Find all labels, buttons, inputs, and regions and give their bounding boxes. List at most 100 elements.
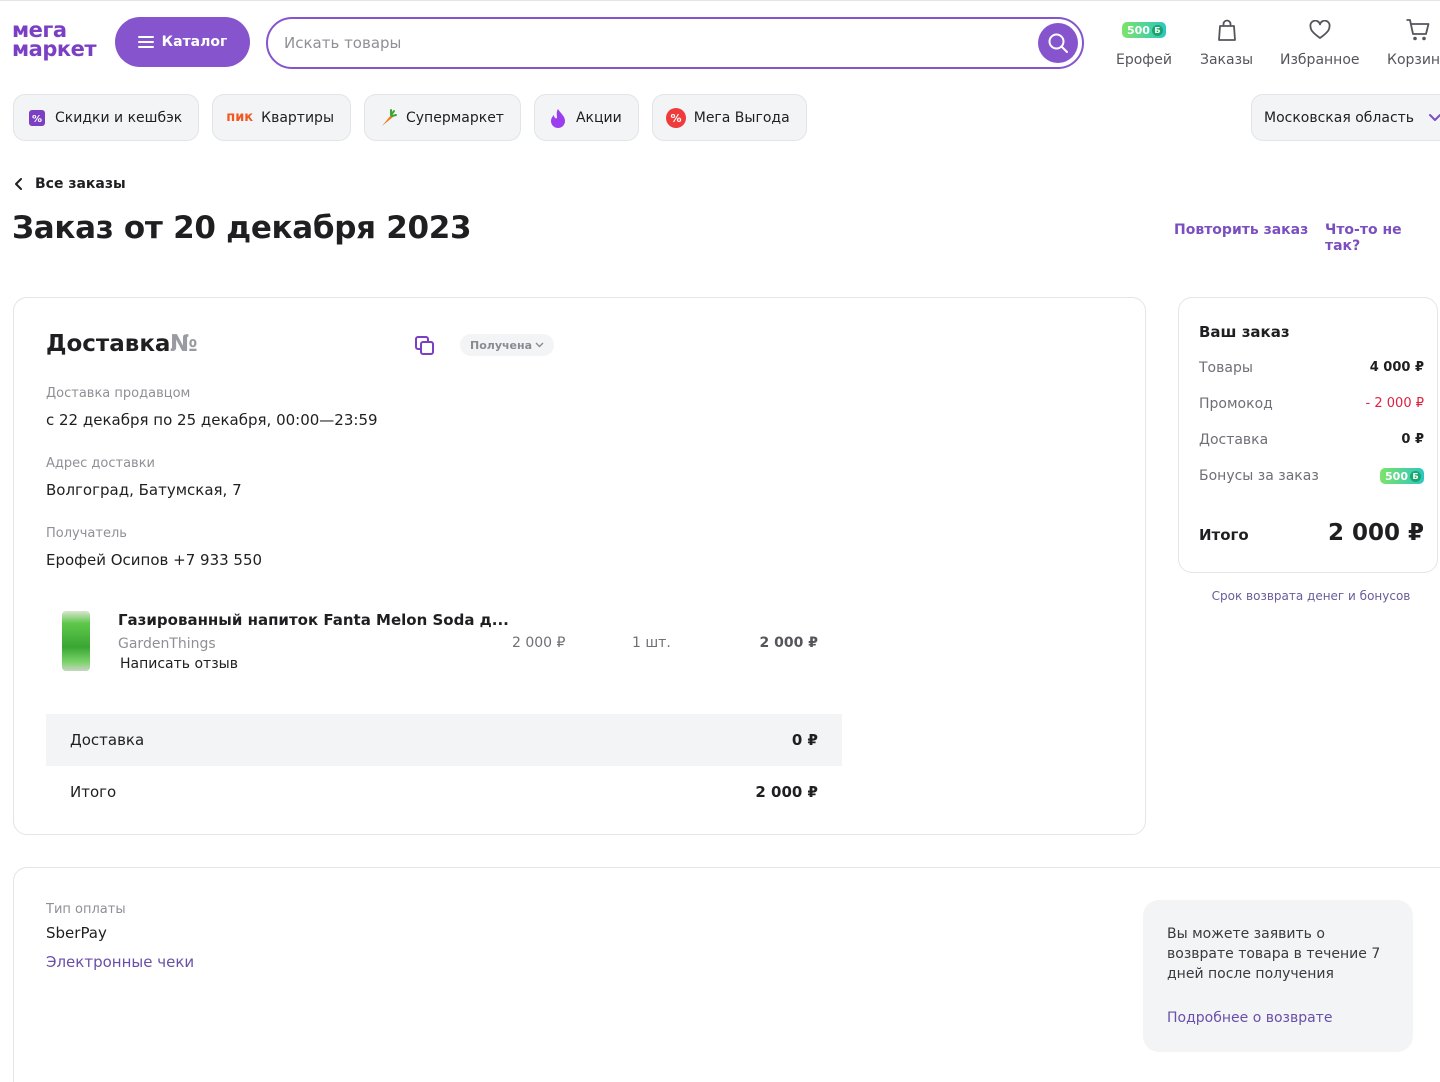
payment-type-value: SberPay <box>46 924 107 942</box>
summary-bonus-row: Бонусы за заказ 500 Б <box>1199 468 1424 484</box>
svg-text:%: % <box>32 114 42 125</box>
chip-label: Супермаркет <box>406 109 504 126</box>
write-review-link[interactable]: Написать отзыв <box>120 656 238 672</box>
cart-button[interactable]: Корзина <box>1387 17 1440 68</box>
delivery-cost-value: 0 ₽ <box>791 731 818 749</box>
carrot-icon <box>378 108 398 128</box>
chip-label: Квартиры <box>261 109 334 126</box>
menu-icon <box>137 36 154 48</box>
bag-icon <box>1217 19 1236 41</box>
payment-card: Тип оплаты SberPay Электронные чеки Вы м… <box>13 867 1440 1082</box>
cart-icon <box>1406 19 1430 41</box>
search-icon <box>1048 33 1068 53</box>
chevron-down-icon <box>535 342 544 348</box>
pik-logo: пик <box>226 110 254 125</box>
address-value: Волгоград, Батумская, 7 <box>46 481 242 499</box>
cart-label: Корзина <box>1387 52 1440 68</box>
back-label: Все заказы <box>35 176 126 192</box>
summary-promo-value: - 2 000 ₽ <box>1365 396 1424 411</box>
chip-apartments[interactable]: пик Квартиры <box>212 94 351 141</box>
payment-type-label: Тип оплаты <box>46 902 126 917</box>
summary-goods-label: Товары <box>1199 360 1253 376</box>
summary-total-label: Итого <box>1199 526 1249 544</box>
bonus-badge: 500 Б <box>1122 22 1166 38</box>
order-number-sign: № <box>170 331 198 357</box>
delivery-cost-label: Доставка <box>70 731 145 749</box>
chip-discounts[interactable]: % Скидки и кешбэк <box>13 94 200 141</box>
status-badge[interactable]: Получена <box>460 334 555 356</box>
user-label: Ерофей <box>1116 52 1172 68</box>
user-profile-button[interactable]: 500 Б Ерофей <box>1116 17 1172 68</box>
summary-goods-value: 4 000 ₽ <box>1369 360 1424 375</box>
search-bar <box>266 17 1084 69</box>
bonus-coin-icon: Б <box>1410 470 1421 482</box>
summary-delivery-label: Доставка <box>1199 432 1269 448</box>
recipient-label: Получатель <box>46 526 127 541</box>
summary-total-value: 2 000 ₽ <box>1327 520 1424 546</box>
recipient-value: Ерофей Осипов +7 933 550 <box>46 551 263 569</box>
chip-supermarket[interactable]: Супермаркет <box>364 94 521 141</box>
page-title: Заказ от 20 декабря 2023 <box>12 210 472 246</box>
chip-label: Мега Выгода <box>693 109 790 126</box>
address-label: Адрес доставки <box>46 456 156 471</box>
search-input[interactable] <box>284 34 1038 52</box>
chip-label: Скидки и кешбэк <box>55 109 183 126</box>
summary-promo-row: Промокод - 2 000 ₽ <box>1199 396 1424 412</box>
header: мега маркет Каталог 500Б Ерофей Заказы И… <box>0 0 1440 84</box>
megamarket-logo[interactable]: мега маркет <box>12 20 108 61</box>
product-total: 2 000 ₽ <box>759 635 818 651</box>
copy-icon[interactable] <box>414 335 436 361</box>
status-label: Получена <box>470 338 533 352</box>
delivery-title: Доставка <box>46 331 171 357</box>
summary-title: Ваш заказ <box>1199 323 1290 341</box>
region-label: Московская область <box>1264 109 1415 126</box>
logo-text-bottom: маркет <box>12 37 97 61</box>
catalog-button[interactable]: Каталог <box>115 17 250 67</box>
refund-term-link[interactable]: Срок возврата денег и бонусов <box>1180 589 1440 603</box>
chip-label: Акции <box>575 109 622 126</box>
percent-circle-icon: % <box>665 107 686 128</box>
chevron-left-icon <box>15 178 22 190</box>
card-total-label: Итого <box>70 783 117 801</box>
delivery-cost-row: Доставка 0 ₽ <box>46 714 842 766</box>
delivery-method-value: с 22 декабря по 25 декабря, 00:00—23:59 <box>46 411 378 429</box>
summary-goods-row: Товары 4 000 ₽ <box>1199 360 1424 376</box>
product-price: 2 000 ₽ <box>512 635 566 651</box>
chevron-down-icon <box>1429 113 1440 121</box>
region-selector[interactable]: Московская область <box>1251 94 1440 141</box>
delivery-method-label: Доставка продавцом <box>46 386 191 401</box>
report-problem-link[interactable]: Что-то не так? <box>1325 222 1440 254</box>
category-chips: % Скидки и кешбэк пик Квартиры Супермарк… <box>13 94 807 141</box>
flame-icon <box>548 108 568 128</box>
product-quantity: 1 шт. <box>632 635 671 651</box>
bonus-coin-icon: Б <box>1151 24 1163 36</box>
summary-total-row: Итого 2 000 ₽ <box>1199 520 1424 546</box>
bonus-badge: 500 Б <box>1380 468 1424 484</box>
back-to-orders-link[interactable]: Все заказы <box>13 176 126 192</box>
summary-delivery-value: 0 ₽ <box>1401 432 1424 447</box>
return-details-link[interactable]: Подробнее о возврате <box>1167 1010 1332 1026</box>
catalog-label: Каталог <box>161 34 228 50</box>
percent-badge-icon: % <box>27 108 47 128</box>
orders-button[interactable]: Заказы <box>1200 17 1253 68</box>
return-info-box: Вы можете заявить о возврате товара в те… <box>1143 900 1413 1052</box>
orders-label: Заказы <box>1200 52 1254 68</box>
chip-promotions[interactable]: Акции <box>533 94 639 141</box>
summary-bonus-label: Бонусы за заказ <box>1199 468 1319 484</box>
order-summary: Ваш заказ Товары 4 000 ₽ Промокод - 2 00… <box>1178 297 1438 573</box>
favorites-button[interactable]: Избранное <box>1280 17 1360 68</box>
return-info-text: Вы можете заявить о возврате товара в те… <box>1167 926 1381 982</box>
summary-promo-label: Промокод <box>1199 396 1273 412</box>
card-total-value: 2 000 ₽ <box>755 783 818 801</box>
repeat-order-link[interactable]: Повторить заказ <box>1174 222 1308 238</box>
chip-mega-benefit[interactable]: % Мега Выгода <box>651 94 807 141</box>
product-name[interactable]: Газированный напиток Fanta Melon Soda д.… <box>118 611 509 629</box>
card-total-row: Итого 2 000 ₽ <box>46 766 842 818</box>
svg-text:%: % <box>670 112 681 125</box>
favorites-label: Избранное <box>1280 52 1360 68</box>
summary-delivery-row: Доставка 0 ₽ <box>1199 432 1424 448</box>
product-image[interactable] <box>62 611 90 671</box>
product-seller[interactable]: GardenThings <box>118 636 216 652</box>
electronic-receipts-link[interactable]: Электронные чеки <box>46 953 194 971</box>
search-button[interactable] <box>1038 23 1078 63</box>
